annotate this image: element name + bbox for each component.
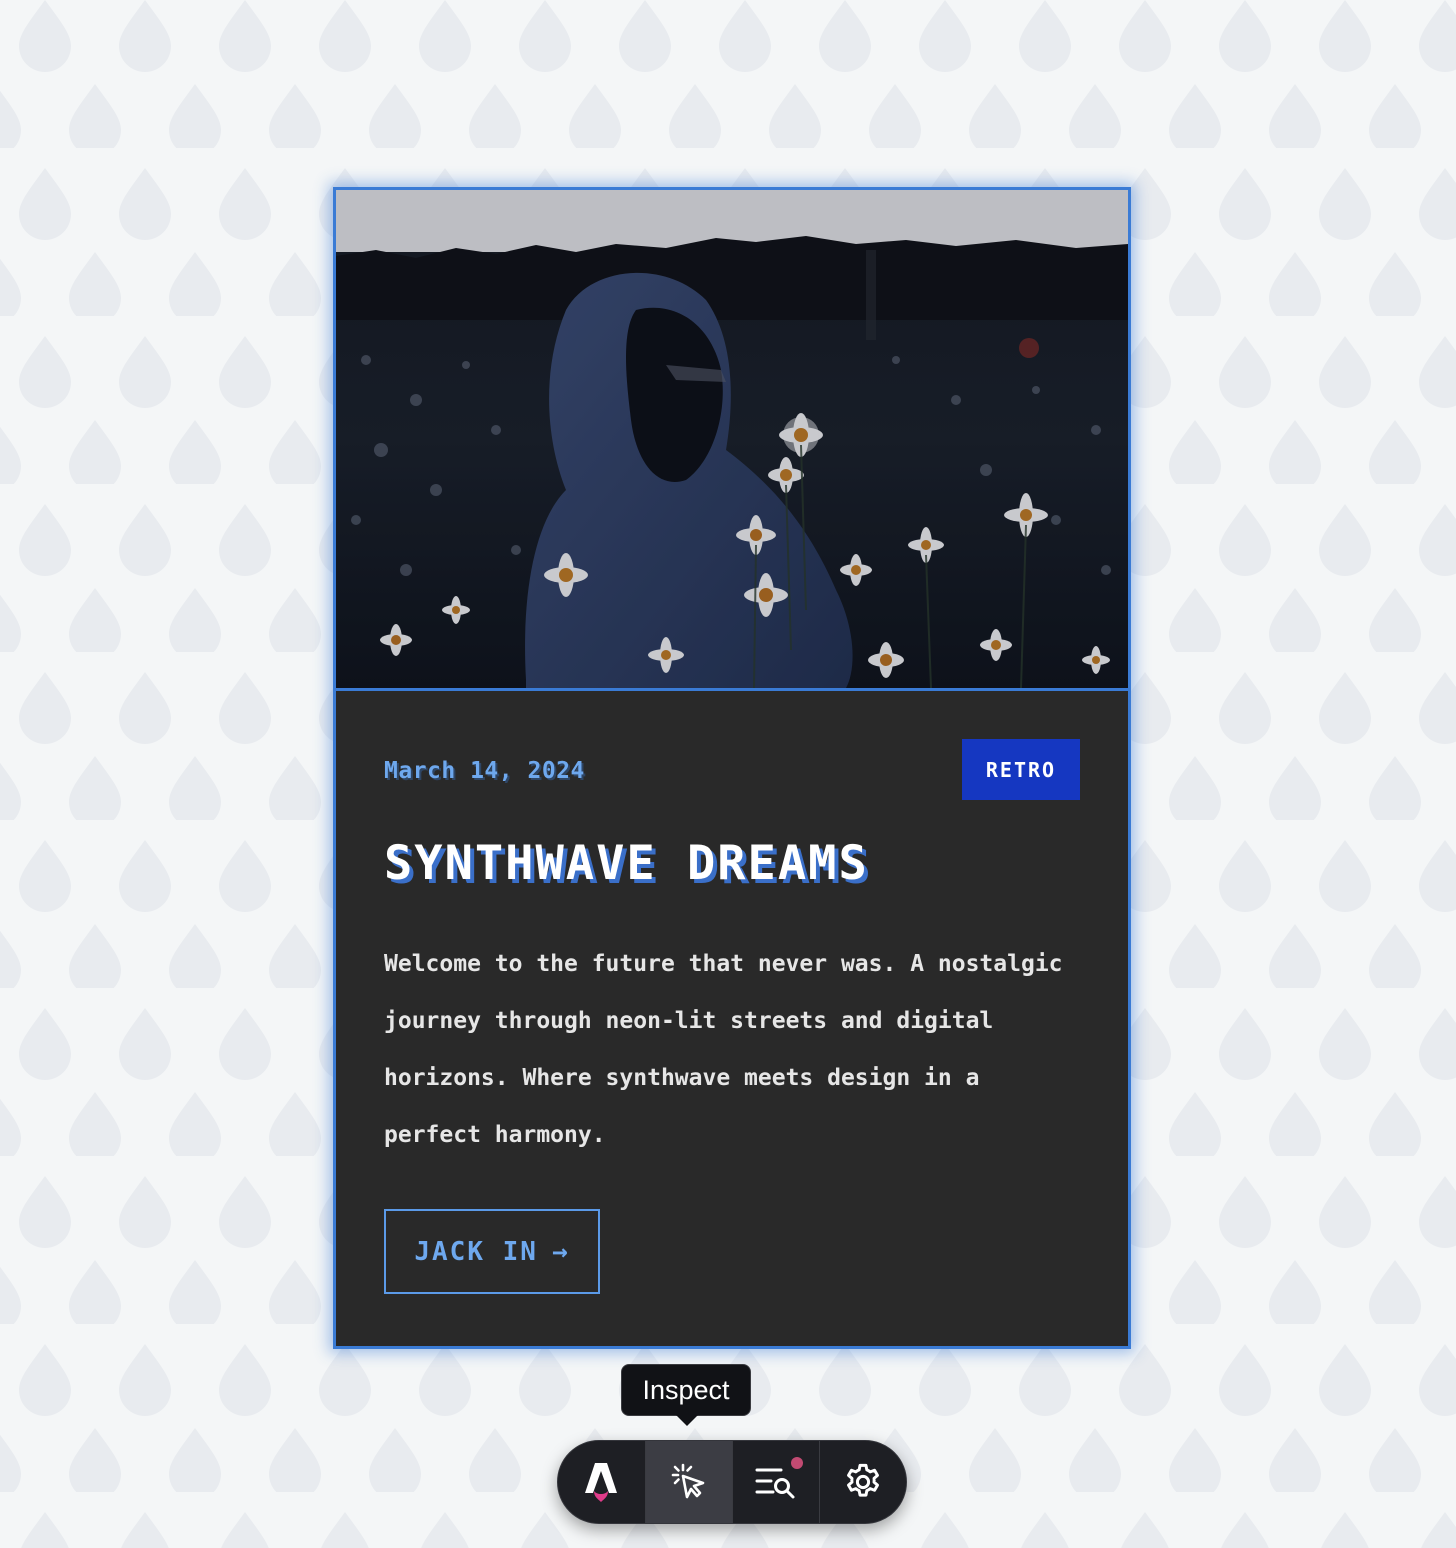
astro-logo-icon [585, 1463, 618, 1502]
inspect-tooltip: Inspect [621, 1364, 751, 1416]
tooltip-arrow [676, 1415, 698, 1426]
card-description: Welcome to the future that never was. A … [384, 951, 1063, 1148]
post-date: March 14, 2024 [384, 758, 585, 784]
settings-gear-icon [846, 1463, 879, 1497]
jack-in-button[interactable]: JACK IN → [384, 1209, 600, 1294]
audit-search-icon [755, 1468, 795, 1499]
card-image [336, 190, 1128, 691]
category-badge: RETRO [962, 739, 1080, 800]
card-body: March 14, 2024 RETRO SYNTHWAVE DREAMS We… [336, 691, 1128, 1346]
settings-button[interactable] [818, 1441, 906, 1523]
card-title: SYNTHWAVE DREAMS [384, 836, 869, 891]
audit-button[interactable] [731, 1441, 819, 1523]
dev-toolbar [557, 1440, 907, 1524]
notification-dot [790, 1457, 803, 1469]
inspect-cursor-icon [671, 1463, 705, 1499]
jack-in-label: JACK IN [414, 1236, 538, 1267]
article-card: March 14, 2024 RETRO SYNTHWAVE DREAMS We… [333, 187, 1131, 1349]
astro-menu-button[interactable] [558, 1441, 645, 1523]
hooded-person-in-daisy-field-image [336, 190, 1128, 688]
arrow-right-icon: → [551, 1236, 570, 1267]
inspect-button[interactable] [644, 1441, 732, 1523]
